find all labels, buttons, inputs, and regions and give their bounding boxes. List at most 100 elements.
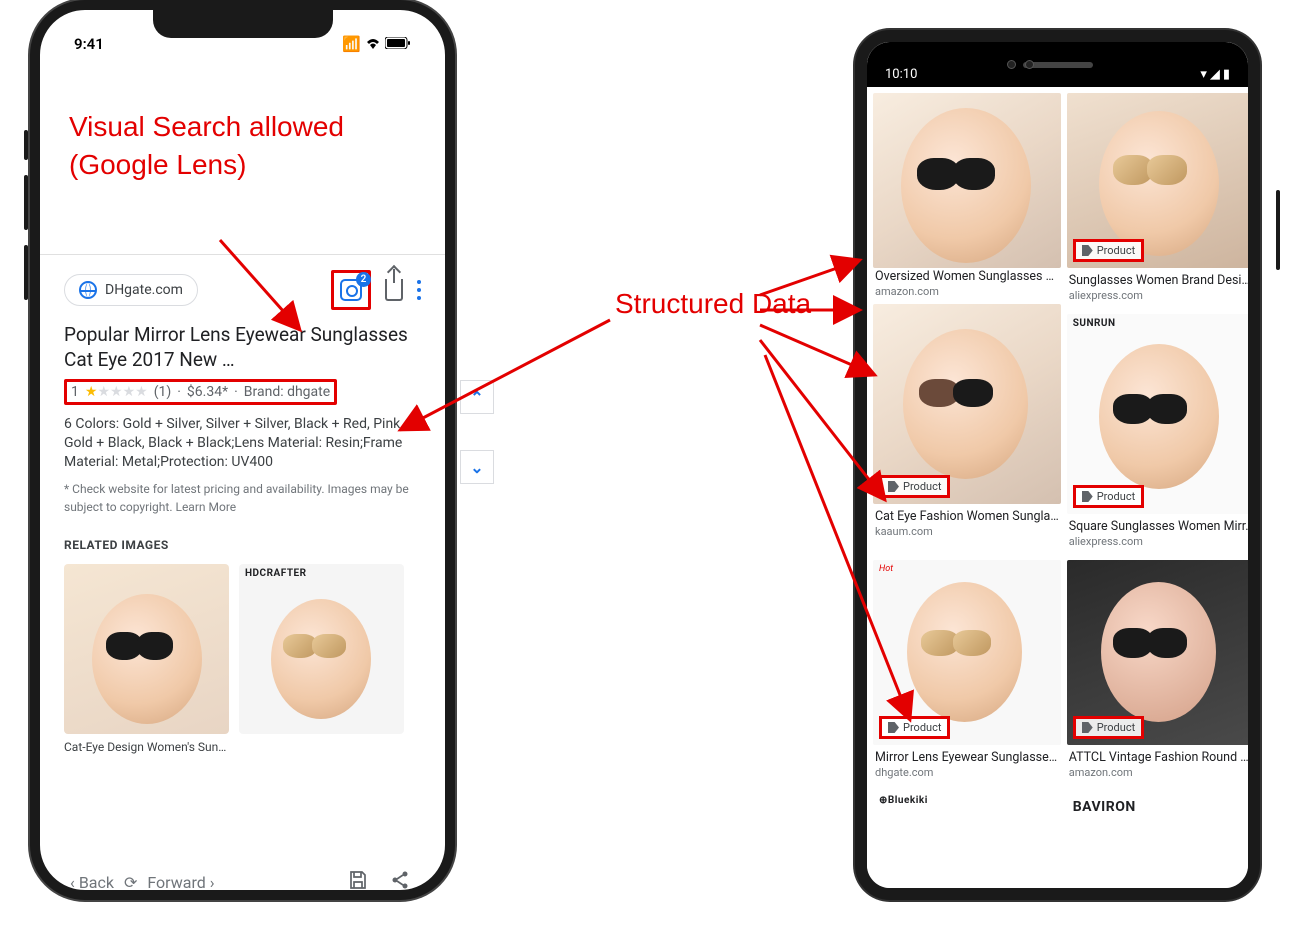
chevron-up-icon: ⌃ [470, 388, 483, 407]
more-icon[interactable] [417, 280, 421, 300]
android-mockup: 10:10 ▾ ◢ ▮ [855, 30, 1260, 900]
tag-icon [888, 481, 899, 492]
tag-icon [888, 722, 899, 733]
grid-tile[interactable]: BAVIRON [1067, 791, 1248, 846]
chevron-down-icon: ⌄ [470, 458, 483, 477]
brand-watermark: ⊕Bluekiki [879, 795, 928, 806]
annotation-lens: Visual Search allowed (Google Lens) [64, 53, 421, 184]
tile-title: Square Sunglasses Women Mirr… [1067, 514, 1248, 534]
source-domain: DHgate.com [105, 282, 183, 298]
product-description: 6 Colors: Gold + Silver, Silver + Silver… [64, 405, 421, 480]
product-meta: 1 ★★★★★ (1) · $6.34* · Brand: dhgate [64, 379, 421, 405]
image-grid: Product Sunglasses Women Brand Desi… ali… [873, 93, 1242, 846]
related-caption: Cat-Eye Design Women's Sungl… [64, 734, 229, 754]
iphone-volume-down [24, 245, 28, 300]
android-camera [1025, 60, 1034, 69]
share-alt-icon[interactable] [390, 870, 410, 894]
brand-watermark: SUNRUN [1073, 318, 1116, 329]
tile-image: Product [1067, 93, 1248, 268]
tile-domain: kaaum.com [873, 524, 1061, 544]
meta-highlight: 1 ★★★★★ (1) · $6.34* · Brand: dhgate [64, 379, 337, 405]
grid-tile[interactable]: Oversized Women Sunglasses … amazon.com … [873, 264, 1061, 554]
tile-domain: amazon.com [873, 284, 1061, 304]
learn-more-link[interactable]: Learn More [175, 500, 236, 514]
related-card[interactable]: HDCRAFTER [239, 564, 404, 754]
tile-domain: aliexpress.com [1067, 534, 1248, 554]
product-badge: Product [879, 716, 950, 739]
tile-title: ATTCL Vintage Fashion Round … [1067, 745, 1248, 765]
save-icon[interactable] [348, 870, 368, 894]
disclaimer: * Check website for latest pricing and a… [64, 480, 421, 516]
iphone-mockup: 9:41 📶 Visual Search allowed (Google Len… [30, 0, 455, 900]
tag-icon [1082, 722, 1093, 733]
wifi-icon [365, 35, 381, 53]
rating-count: (1) [154, 384, 172, 400]
signal-icon: ◢ [1210, 67, 1220, 82]
tile-title: Sunglasses Women Brand Desi… [1067, 268, 1248, 288]
tile-title: Cat Eye Fashion Women Sungla… [873, 504, 1061, 524]
battery-icon [385, 35, 411, 53]
chevron-left-icon: ‹ [70, 873, 75, 892]
product-badge: Product [1073, 716, 1144, 739]
status-time: 9:41 [74, 35, 104, 53]
wifi-icon: ▾ [1200, 67, 1207, 82]
tile-image: Product [1067, 560, 1248, 745]
tile-image: SUNRUN Product [1067, 314, 1248, 514]
grid-tile[interactable]: SUNRUN Product Square Sunglasses Women M… [1067, 314, 1248, 554]
product-title[interactable]: Popular Mirror Lens Eyewear Sunglasses C… [64, 322, 421, 379]
price: $6.34* [187, 384, 228, 400]
tag-icon [1082, 491, 1093, 502]
lens-button[interactable]: 2 [337, 276, 365, 304]
product-badge: Product [1073, 485, 1144, 508]
reload-icon: ⟳ [124, 873, 137, 892]
brand-watermark: HDCRAFTER [245, 568, 307, 579]
related-card[interactable]: Cat-Eye Design Women's Sungl… [64, 564, 229, 754]
lens-button-highlight: 2 [331, 270, 371, 310]
product-badge: Product [879, 475, 950, 498]
related-images: Cat-Eye Design Women's Sungl… HDCRAFTER [64, 564, 421, 754]
battery-icon: ▮ [1223, 67, 1230, 82]
tag-icon [1082, 245, 1093, 256]
grid-tile[interactable]: Hot Product Mirror Lens Eyewear Sunglass… [873, 560, 1061, 785]
forward-button[interactable]: Forward › [147, 873, 214, 892]
iphone-notch [153, 10, 333, 38]
tile-image [873, 93, 1061, 268]
tile-image: Hot Product [873, 560, 1061, 745]
tile-image: BAVIRON [1067, 791, 1248, 846]
grid-tile[interactable]: Product ATTCL Vintage Fashion Round … am… [1067, 560, 1248, 785]
tile-domain: amazon.com [1067, 765, 1248, 785]
share-icon[interactable] [385, 279, 403, 301]
iphone-volume-up [24, 175, 28, 230]
grid-tile[interactable]: Product Sunglasses Women Brand Desi… ali… [1067, 93, 1248, 308]
status-time: 10:10 [885, 67, 917, 82]
tile-title: Mirror Lens Eyewear Sunglasse… [873, 745, 1061, 765]
tile-domain: dhgate.com [873, 765, 1061, 785]
scroll-down-button[interactable]: ⌄ [460, 450, 494, 484]
brand-watermark: BAVIRON [1073, 799, 1136, 815]
source-chip[interactable]: DHgate.com [64, 274, 198, 306]
tile-domain: aliexpress.com [1067, 288, 1248, 308]
annotation-structured-data: Structured Data [615, 285, 811, 323]
related-image: HDCRAFTER [239, 564, 404, 734]
tile-image: Product [873, 304, 1061, 504]
related-image [64, 564, 229, 734]
bottom-nav: ‹ Back ⟳ Forward › [70, 870, 410, 894]
lens-badge: 2 [356, 272, 371, 287]
hot-badge: Hot [879, 564, 893, 574]
iphone-power-button [1276, 190, 1280, 270]
back-button[interactable]: ‹ Back [70, 873, 114, 892]
chevron-right-icon: › [210, 873, 215, 892]
scroll-up-button[interactable]: ⌃ [460, 380, 494, 414]
rating-value: 1 [71, 384, 79, 400]
signal-icon: 📶 [342, 35, 361, 53]
android-camera [1007, 60, 1016, 69]
globe-icon [79, 281, 97, 299]
grid-tile[interactable]: ⊕Bluekiki [873, 791, 1061, 846]
related-header: RELATED IMAGES [64, 516, 421, 564]
reload-button[interactable]: ⟳ [124, 873, 137, 892]
product-badge: Product [1073, 239, 1144, 262]
iphone-side-button [24, 130, 28, 160]
brand: Brand: dhgate [244, 384, 330, 400]
tile-image: ⊕Bluekiki [873, 791, 1061, 846]
stars: ★★★★★ [85, 384, 148, 400]
